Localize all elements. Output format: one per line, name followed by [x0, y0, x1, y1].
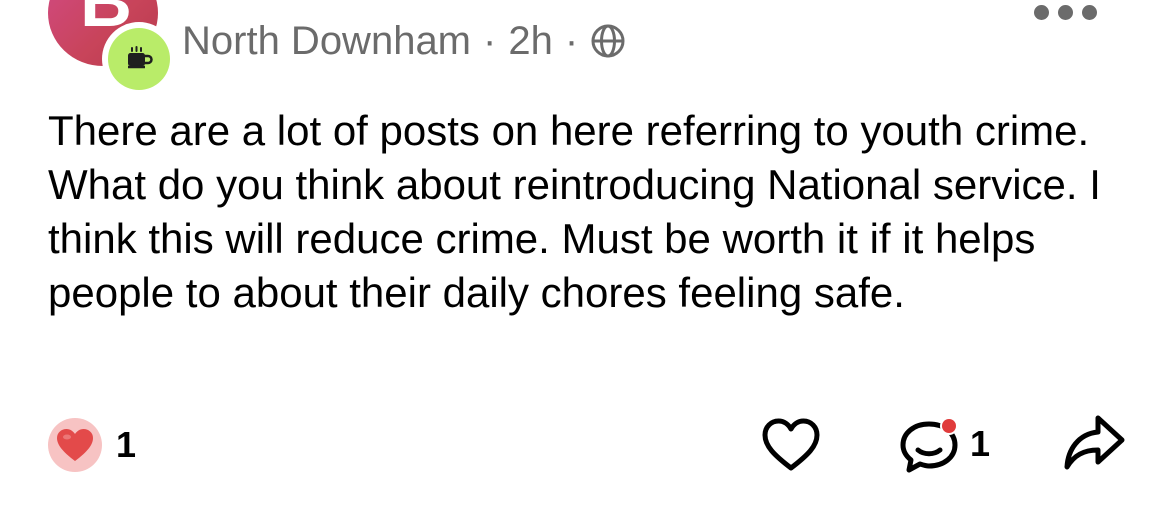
meta-separator: · — [564, 19, 579, 63]
comment-bubble-icon — [896, 412, 962, 476]
heart-reaction-icon — [48, 418, 102, 472]
share-arrow-icon — [1062, 412, 1126, 479]
reaction-count: 1 — [116, 424, 137, 465]
more-options-button[interactable] — [1034, 5, 1097, 20]
heart-outline-icon — [760, 416, 822, 479]
comment-button[interactable]: 1 — [896, 412, 990, 476]
post-body: There are a lot of posts on here referri… — [48, 107, 1101, 316]
group-badge[interactable] — [102, 22, 176, 96]
more-dot-icon — [1082, 5, 1097, 20]
globe-icon — [590, 23, 626, 59]
more-dot-icon — [1058, 5, 1073, 20]
post-card: B North Downham · 2h · There are a lot o… — [0, 0, 1170, 516]
share-button[interactable] — [1062, 412, 1126, 479]
post-meta: North Downham · 2h · — [182, 16, 626, 66]
like-button[interactable] — [760, 416, 822, 479]
reaction-summary[interactable]: 1 — [48, 418, 136, 472]
more-dot-icon — [1034, 5, 1049, 20]
coffee-cup-icon — [108, 28, 170, 90]
group-name-link[interactable]: North Downham — [182, 16, 471, 66]
comment-count: 1 — [970, 423, 991, 464]
meta-separator: · — [483, 19, 497, 63]
post-time[interactable]: 2h — [508, 16, 553, 66]
